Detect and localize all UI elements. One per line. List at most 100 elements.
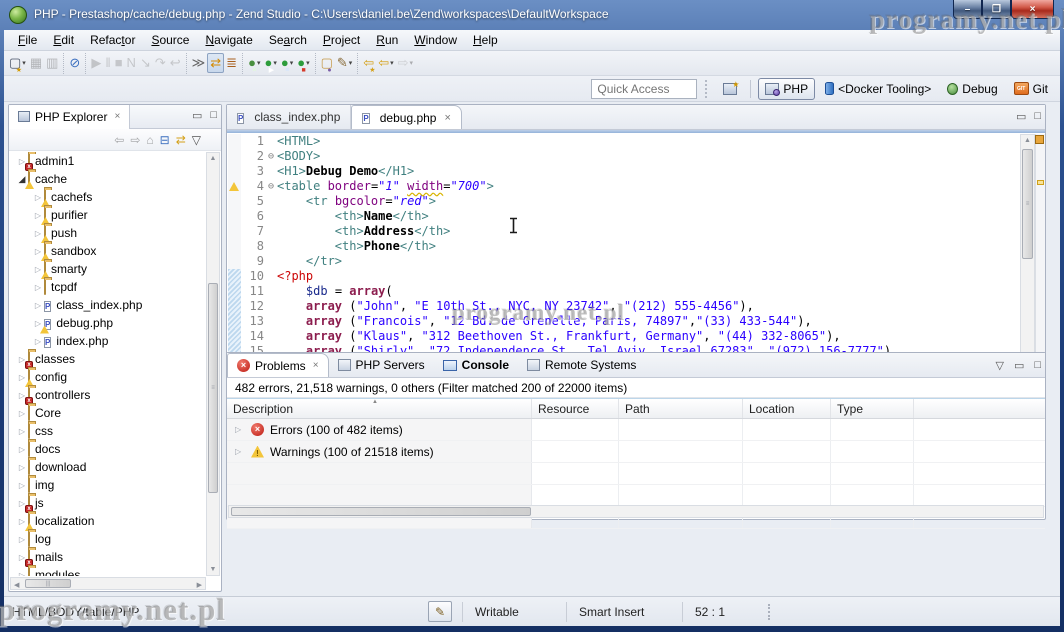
show-selected-source-icon[interactable]: ≫ [190, 53, 208, 73]
forward-icon[interactable]: ⇨▾ [396, 53, 415, 73]
perspective-debug[interactable]: Debug [941, 78, 1003, 100]
step-return-icon[interactable]: ↩ [168, 53, 183, 73]
perspective-docker[interactable]: <Docker Tooling> [819, 78, 937, 100]
minimize-editor-icon[interactable]: ▭ [1016, 110, 1026, 123]
editor-tab-debug-php[interactable]: Pdebug.php× [351, 105, 462, 129]
tree-item-smarty[interactable]: ▷smarty [10, 260, 205, 278]
tab-remote-systems[interactable]: Remote Systems [518, 353, 645, 377]
code-line-4[interactable]: 4⊖<table border="1" width="700"> [228, 179, 1020, 194]
code-line-7[interactable]: 7 <th>Address</th> [228, 224, 1020, 239]
tree-item-tcpdf[interactable]: ▷tcpdf [10, 278, 205, 296]
expander-icon[interactable]: ▷ [32, 193, 44, 202]
expander-icon[interactable]: ◢ [16, 174, 28, 185]
tree-item-class-index-php[interactable]: ▷Pclass_index.php [10, 296, 205, 314]
expander-icon[interactable]: ▷ [32, 337, 44, 346]
menu-file[interactable]: File [10, 31, 45, 50]
tree-item-log[interactable]: ▷log [10, 530, 205, 548]
explorer-vertical-scrollbar[interactable]: ▲ ≡ ▼ [206, 152, 220, 576]
scrollbar-thumb[interactable]: ||| [25, 579, 71, 588]
scrollbar-thumb[interactable] [231, 507, 531, 516]
open-resource-icon[interactable]: ▢● [319, 53, 335, 73]
code-line-5[interactable]: 5 <tr bgcolor="red"> [228, 194, 1020, 209]
perspective-php[interactable]: PHP [758, 78, 815, 100]
tab-problems[interactable]: ×Problems× [227, 353, 329, 377]
code-line-9[interactable]: 9 </tr> [228, 254, 1020, 269]
menu-run[interactable]: Run [368, 31, 406, 50]
debug-button-icon[interactable]: ●×▾ [246, 53, 262, 73]
column-header-description[interactable]: Description [227, 399, 532, 418]
explorer-horizontal-scrollbar[interactable]: ◀ ||| ▶ [10, 577, 206, 590]
trim-handle[interactable] [768, 604, 772, 620]
maximize-view-icon[interactable]: □ [1034, 359, 1041, 372]
title-bar[interactable]: PHP - Prestashop/cache/debug.php - Zend … [0, 0, 1064, 30]
code-line-10[interactable]: 10<?php [228, 269, 1020, 284]
tree-item-config[interactable]: ▷config [10, 368, 205, 386]
disconnect-icon[interactable]: N [125, 53, 138, 73]
tree-item-cache[interactable]: ◢cache [10, 170, 205, 188]
quick-access-input[interactable] [591, 79, 697, 99]
search-button-icon[interactable]: ✎▾ [335, 53, 354, 73]
tree-item-index-php[interactable]: ▷Pindex.php [10, 332, 205, 350]
expander-icon[interactable]: ▷ [32, 301, 44, 310]
forward-icon[interactable]: ⇨ [130, 132, 140, 148]
column-header-type[interactable]: Type [831, 399, 914, 418]
close-button[interactable]: × [1011, 0, 1054, 19]
expander-icon[interactable]: ▷ [32, 265, 44, 274]
code-line-13[interactable]: 13 array ("Francois", "12 Bd. de Grenell… [228, 314, 1020, 329]
tree-item-classes[interactable]: ▷xclasses [10, 350, 205, 368]
up-icon[interactable]: ⌂ [146, 132, 153, 148]
scrollbar-thumb[interactable]: ≡ [1022, 149, 1033, 259]
expander-icon[interactable]: ▷ [16, 445, 28, 454]
view-menu-icon[interactable]: ▽ [192, 132, 201, 148]
close-icon[interactable]: × [114, 111, 120, 122]
last-edit-location-icon[interactable]: ⇦★ [361, 53, 376, 73]
tree-item-push[interactable]: ▷push [10, 224, 205, 242]
menu-source[interactable]: Source [143, 31, 197, 50]
save-icon[interactable]: ▦ [28, 53, 44, 73]
column-header-location[interactable]: Location [743, 399, 831, 418]
insert-mode-icon[interactable]: ✎ [428, 601, 452, 622]
expander-icon[interactable]: ▷ [16, 571, 28, 577]
maximize-view-icon[interactable]: □ [210, 109, 217, 122]
perspective-git[interactable]: GIT Git [1008, 78, 1054, 100]
expander-icon[interactable]: ▷ [16, 463, 28, 472]
back-icon[interactable]: ⇦▾ [376, 53, 395, 73]
expander-icon[interactable]: ▷ [16, 409, 28, 418]
expander-icon[interactable]: ▷ [16, 535, 28, 544]
tree-item-debug-php[interactable]: ▷Pdebug.php [10, 314, 205, 332]
tree-item-purifier[interactable]: ▷purifier [10, 206, 205, 224]
column-header-resource[interactable]: Resource [532, 399, 619, 418]
collapse-all-icon[interactable]: ⊟ [160, 132, 170, 148]
view-menu-icon[interactable]: ▽ [995, 359, 1003, 372]
tree-item-css[interactable]: ▷css [10, 422, 205, 440]
menu-search[interactable]: Search [261, 31, 315, 50]
step-over-icon[interactable]: ↷ [153, 53, 168, 73]
close-tab-icon[interactable]: × [313, 360, 319, 371]
project-tree[interactable]: ▷xadmin1◢cache▷cachefs▷purifier▷push▷san… [10, 152, 205, 576]
tab-console[interactable]: Console [434, 353, 518, 377]
expander-icon[interactable]: ▷ [235, 425, 245, 434]
code-line-3[interactable]: 3<H1>Debug Demo</H1> [228, 164, 1020, 179]
coverage-button-icon[interactable]: ●≡▾ [279, 53, 295, 73]
tree-item-modules[interactable]: ▷xmodules [10, 566, 205, 576]
tree-item-core[interactable]: ▷Core [10, 404, 205, 422]
open-perspective-button[interactable]: ★ [717, 78, 743, 100]
column-header-path[interactable]: Path [619, 399, 743, 418]
code-line-12[interactable]: 12 array ("John", "E 10th St., NYC, NY 2… [228, 299, 1020, 314]
terminate-icon[interactable]: ■ [113, 53, 125, 73]
tree-item-controllers[interactable]: ▷xcontrollers [10, 386, 205, 404]
annotation-summary-icon[interactable] [1035, 135, 1044, 144]
menu-project[interactable]: Project [315, 31, 368, 50]
expander-icon[interactable]: ▷ [32, 229, 44, 238]
code-line-2[interactable]: 2⊖<BODY> [228, 149, 1020, 164]
tree-item-js[interactable]: ▷xjs [10, 494, 205, 512]
step-into-icon[interactable]: ↘ [138, 53, 153, 73]
fold-icon[interactable]: ⊖ [265, 149, 277, 164]
code-line-1[interactable]: 1<HTML> [228, 134, 1020, 149]
new-wizard-icon[interactable]: ▢★▾ [7, 53, 28, 73]
expander-icon[interactable]: ▷ [32, 283, 44, 292]
problems-row-errors-100-of-482-items[interactable]: ▷×Errors (100 of 482 items) [227, 419, 1045, 441]
code-line-14[interactable]: 14 array ("Klaus", "312 Beethoven St., F… [228, 329, 1020, 344]
tree-item-cachefs[interactable]: ▷cachefs [10, 188, 205, 206]
profile-button-icon[interactable]: ●■▾ [295, 53, 311, 73]
